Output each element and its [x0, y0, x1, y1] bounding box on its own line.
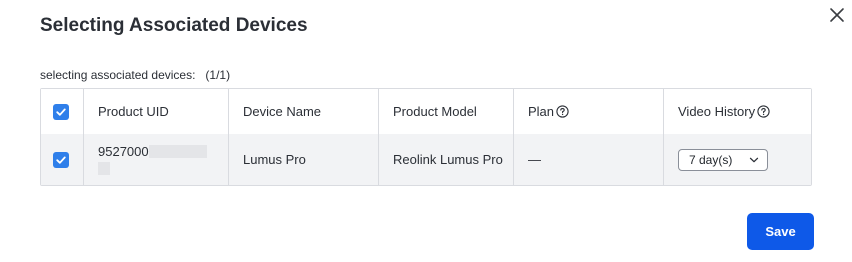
- question-circle-icon: [556, 105, 569, 118]
- product-model-cell: Reolink Lumus Pro: [379, 134, 514, 185]
- video-history-header-label: Video History: [678, 104, 756, 119]
- video-history-select[interactable]: 7 day(s): [678, 148, 768, 171]
- associated-devices-dialog: Selecting Associated Devices selecting a…: [0, 0, 852, 262]
- selection-count-line: selecting associated devices: (1/1): [40, 68, 230, 82]
- plan-header-label: Plan: [528, 104, 555, 119]
- column-header-plan: Plan: [514, 89, 664, 134]
- uid-redaction-mask: [148, 145, 207, 158]
- dialog-title: Selecting Associated Devices: [40, 15, 308, 36]
- header-select-cell: [41, 89, 84, 134]
- save-button[interactable]: Save: [747, 213, 814, 250]
- column-header-product-model: Product Model: [379, 89, 514, 134]
- selection-count-label: selecting associated devices:: [40, 68, 196, 82]
- row-select-checkbox[interactable]: [53, 151, 69, 168]
- product-uid-visible: 9527000: [98, 144, 149, 159]
- chevron-down-icon: [749, 157, 759, 162]
- video-history-cell: 7 day(s): [664, 134, 811, 185]
- close-button[interactable]: [826, 4, 848, 26]
- checkmark-icon: [56, 156, 66, 164]
- uid-redaction-mask: [98, 162, 110, 175]
- plan-cell: —: [514, 134, 664, 185]
- product-uid-cell: 9527000: [84, 134, 229, 185]
- select-all-checkbox[interactable]: [53, 103, 69, 120]
- product-model: Reolink Lumus Pro: [393, 151, 503, 167]
- question-circle-icon: [757, 105, 770, 118]
- table-header-row: Product UID Device Name Product Model Pl…: [41, 89, 811, 135]
- device-name-cell: Lumus Pro: [229, 134, 379, 185]
- checkmark-icon: [56, 108, 66, 116]
- product-uid: 9527000: [98, 144, 207, 159]
- column-header-device-name: Device Name: [229, 89, 379, 134]
- selection-count-value: (1/1): [205, 68, 231, 82]
- close-icon: [830, 8, 844, 22]
- column-header-video-history: Video History: [664, 89, 811, 134]
- video-history-help-button[interactable]: [757, 105, 770, 118]
- video-history-selected-value: 7 day(s): [689, 152, 733, 167]
- plan-help-button[interactable]: [556, 105, 569, 118]
- devices-table: Product UID Device Name Product Model Pl…: [40, 88, 812, 186]
- column-header-product-uid: Product UID: [84, 89, 229, 134]
- row-select-cell: [41, 134, 84, 185]
- table-row: 9527000 Lumus Pro Reolink Lumus Pro — 7 …: [41, 134, 811, 185]
